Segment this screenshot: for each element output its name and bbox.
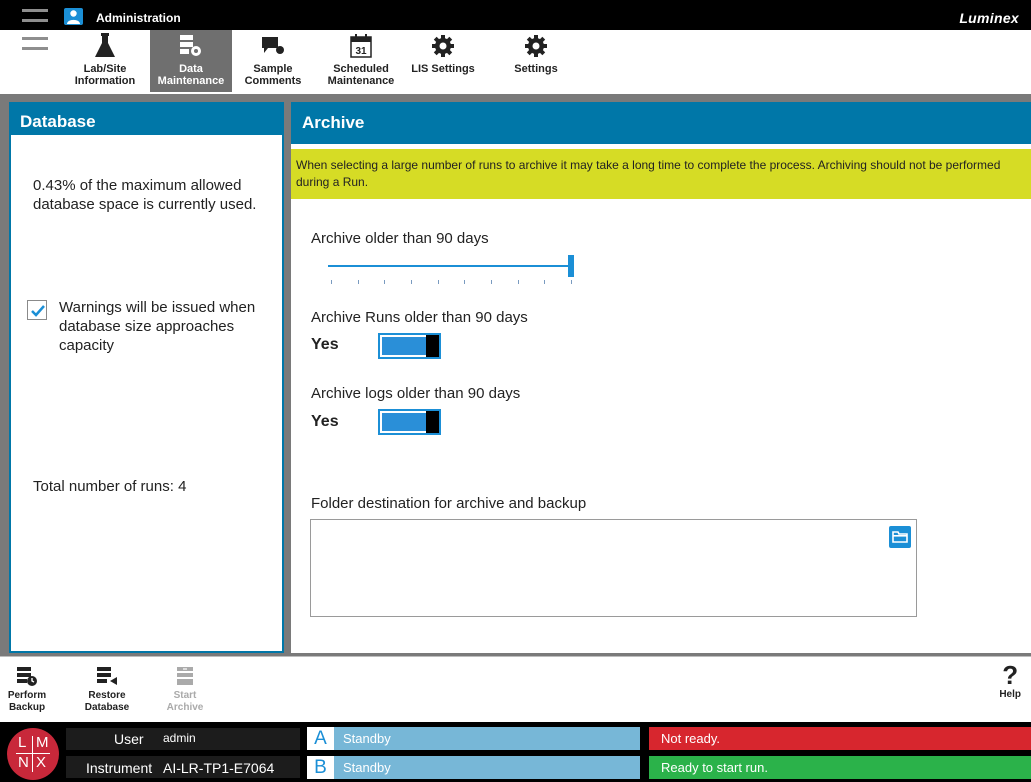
slider-track	[328, 265, 568, 267]
user-label: User	[114, 731, 144, 747]
database-gear-icon	[178, 33, 204, 59]
slider-thumb[interactable]	[568, 255, 574, 277]
warnings-label: Warnings will be issued when database si…	[59, 299, 256, 354]
archive-logs-toggle[interactable]	[378, 409, 441, 435]
tab-label: LIS Settings	[411, 63, 475, 75]
slider-tick	[464, 280, 466, 284]
archive-panel: Archive When selecting a large number of…	[291, 102, 1031, 653]
gear-icon	[430, 33, 456, 59]
help-icon: ?	[1002, 660, 1019, 690]
bay-b-status[interactable]: B Standby	[307, 756, 640, 779]
slider-tick	[411, 280, 412, 284]
tab-label: Lab/Site Information	[74, 63, 136, 87]
slider-tick	[544, 280, 546, 284]
slider-tick	[357, 280, 359, 284]
tab-label: Scheduled Maintenance	[327, 63, 395, 87]
bay-status-text: Standby	[343, 731, 391, 746]
bay-letter: B	[307, 756, 334, 779]
archive-icon	[174, 665, 196, 687]
tab-lis-settings[interactable]: LIS Settings	[405, 30, 481, 92]
title-bar: Administration Luminex	[0, 0, 1031, 30]
folder-icon	[892, 531, 908, 543]
tab-data-maintenance[interactable]: Data Maintenance	[150, 30, 232, 92]
system-state-not-ready: Not ready.	[649, 727, 1031, 750]
folder-destination-field[interactable]	[310, 519, 917, 617]
folder-destination-label: Folder destination for archive and backu…	[311, 495, 587, 512]
archive-runs-toggle[interactable]	[378, 333, 441, 359]
folder-browse-button[interactable]	[889, 526, 911, 548]
archive-title: Archive	[291, 102, 1031, 144]
archive-older-label: Archive older than 90 days	[311, 230, 489, 247]
database-title: Database	[11, 104, 282, 135]
comment-icon	[260, 33, 286, 59]
brand-logo: Luminex	[959, 10, 1019, 26]
slider-tick	[517, 280, 519, 284]
tab-scheduled-maintenance[interactable]: 31 Scheduled Maintenance	[320, 30, 402, 92]
database-panel: Database 0.43% of the maximum allowed da…	[9, 102, 284, 653]
checkmark-icon	[31, 305, 45, 317]
logo-letter: N	[18, 754, 29, 771]
total-runs-text: Total number of runs: 4	[33, 478, 187, 495]
gear-icon	[523, 33, 549, 59]
warnings-option: Warnings will be issued when database si…	[27, 298, 277, 355]
instrument-value: AI-LR-TP1-E7064	[163, 760, 275, 776]
bay-letter: A	[307, 727, 334, 750]
action-label: Restore Database	[84, 690, 130, 713]
toggle-fill	[382, 413, 426, 431]
action-bar: Perform Backup Restore Database Start Ar…	[0, 656, 1031, 722]
logo-letter: X	[36, 754, 47, 771]
help-button[interactable]: ? Help	[999, 661, 1021, 700]
archive-logs-value: Yes	[311, 413, 339, 430]
archive-runs-value: Yes	[311, 336, 339, 353]
tab-sample-comments[interactable]: Sample Comments	[238, 30, 308, 92]
backup-icon	[16, 665, 38, 687]
archive-logs-label: Archive logs older than 90 days	[311, 385, 521, 402]
slider-tick	[571, 280, 572, 284]
archive-runs-label: Archive Runs older than 90 days	[311, 309, 528, 326]
bay-status-text: Standby	[343, 760, 391, 775]
warnings-checkbox[interactable]	[27, 300, 47, 320]
perform-backup-button[interactable]: Perform Backup	[6, 661, 48, 714]
status-bar: L M N X User admin Instrument AI-LR-TP1-…	[0, 722, 1031, 782]
toggle-knob	[426, 335, 439, 357]
toggle-fill	[382, 337, 426, 355]
restore-icon	[96, 665, 118, 687]
calendar-icon: 31	[348, 33, 374, 59]
tab-label: Settings	[514, 63, 558, 75]
slider-tick	[384, 280, 386, 284]
logo-letter: M	[36, 734, 49, 751]
restore-database-button[interactable]: Restore Database	[82, 661, 132, 714]
action-label: Start Archive	[166, 690, 204, 713]
tab-settings[interactable]: Settings	[505, 30, 567, 92]
archive-warning-banner: When selecting a large number of runs to…	[291, 149, 1031, 199]
flask-icon	[92, 33, 118, 59]
admin-user-icon	[64, 8, 83, 25]
tab-lab-site-information[interactable]: Lab/Site Information	[69, 30, 141, 92]
database-usage-text: 0.43% of the maximum allowed database sp…	[33, 177, 257, 213]
instrument-label: Instrument	[86, 760, 153, 776]
help-label: Help	[999, 689, 1021, 700]
toggle-knob	[426, 411, 439, 433]
archive-days-slider[interactable]	[328, 252, 578, 290]
logo-letter: L	[18, 734, 27, 751]
slider-tick	[437, 280, 439, 284]
action-label: Perform Backup	[7, 690, 47, 713]
start-archive-button[interactable]: Start Archive	[160, 661, 210, 714]
app-title: Administration	[96, 11, 181, 25]
slider-tick	[331, 280, 332, 284]
menu-icon-lower[interactable]	[22, 30, 48, 50]
system-state-ready: Ready to start run.	[649, 756, 1031, 779]
lmnx-logo: L M N X	[7, 728, 59, 780]
user-value: admin	[163, 731, 196, 745]
slider-tick	[491, 280, 492, 284]
calendar-day: 31	[355, 46, 367, 57]
tab-label: Data Maintenance	[157, 63, 225, 87]
bay-a-status[interactable]: A Standby	[307, 727, 640, 750]
tab-label: Sample Comments	[244, 63, 302, 87]
main-area: Database 0.43% of the maximum allowed da…	[0, 98, 1031, 656]
toolbar: Lab/Site Information Data Maintenance Sa…	[0, 30, 1031, 94]
